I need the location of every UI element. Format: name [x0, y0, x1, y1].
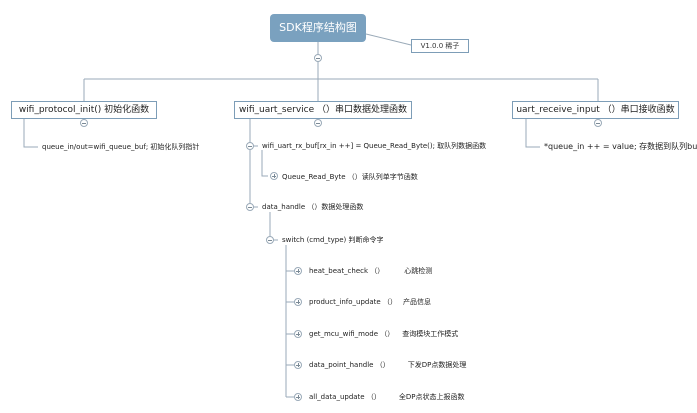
topic-rx-buf[interactable]: wifi_uart_rx_buf[rx_in ++] = Queue_Read_…: [262, 141, 486, 151]
collapse-toggle-icon[interactable]: [246, 142, 254, 150]
topic-queue-read-byte[interactable]: Queue_Read_Byte （）读队列单字节函数: [282, 172, 418, 182]
topic-uart-receive-input[interactable]: uart_receive_input （）串口接收函数: [512, 101, 679, 119]
expand-toggle-icon[interactable]: [294, 330, 302, 338]
topic-switch-case[interactable]: product_info_update （） 产品信息: [309, 297, 431, 307]
collapse-toggle-icon[interactable]: [314, 54, 322, 62]
topic-switch-case[interactable]: get_mcu_wifi_mode （） 查询模块工作模式: [309, 329, 458, 339]
version-tag[interactable]: V1.0.0 稀子: [411, 39, 469, 53]
collapse-toggle-icon[interactable]: [594, 119, 602, 127]
expand-toggle-icon[interactable]: [294, 267, 302, 275]
collapse-toggle-icon[interactable]: [266, 236, 274, 244]
case-description: 全DP点状态上报函数: [398, 393, 465, 401]
case-function-name: all_data_update （）: [309, 393, 381, 401]
topic-queue-store-note[interactable]: *queue_in ++ = value; 存数据到队列buffer: [544, 142, 697, 152]
case-description: 查询模块工作模式: [402, 330, 459, 338]
case-description: 下发DP点数据处理: [407, 361, 467, 369]
topic-switch-case[interactable]: data_point_handle （） 下发DP点数据处理: [309, 360, 466, 370]
case-function-name: heat_beat_check （）: [309, 267, 385, 275]
case-description: 心跳检测: [404, 267, 433, 275]
topic-wifi-uart-service[interactable]: wifi_uart_service （）串口数据处理函数: [234, 101, 412, 119]
expand-toggle-icon[interactable]: [270, 172, 278, 180]
case-function-name: product_info_update （）: [309, 298, 397, 306]
collapse-toggle-icon[interactable]: [80, 119, 88, 127]
expand-toggle-icon[interactable]: [294, 298, 302, 306]
topic-queue-init-note[interactable]: queue_in/out=wifi_queue_buf; 初始化队列指针: [42, 142, 199, 152]
collapse-toggle-icon[interactable]: [246, 203, 254, 211]
collapse-toggle-icon[interactable]: [314, 119, 322, 127]
topic-switch-cmd-type[interactable]: switch (cmd_type) 判断命令字: [282, 235, 384, 245]
expand-toggle-icon[interactable]: [294, 393, 302, 401]
topic-wifi-protocol-init[interactable]: wifi_protocol_init() 初始化函数: [11, 101, 157, 119]
case-description: 产品信息: [402, 298, 431, 306]
case-function-name: get_mcu_wifi_mode （）: [309, 330, 395, 338]
root-topic[interactable]: SDK程序结构图: [270, 14, 366, 42]
topic-switch-case[interactable]: all_data_update （） 全DP点状态上报函数: [309, 392, 464, 402]
topic-data-handle[interactable]: data_handle （）数据处理函数: [262, 202, 363, 212]
case-function-name: data_point_handle （）: [309, 361, 390, 369]
expand-toggle-icon[interactable]: [294, 361, 302, 369]
topic-switch-case[interactable]: heat_beat_check （） 心跳检测: [309, 266, 432, 276]
